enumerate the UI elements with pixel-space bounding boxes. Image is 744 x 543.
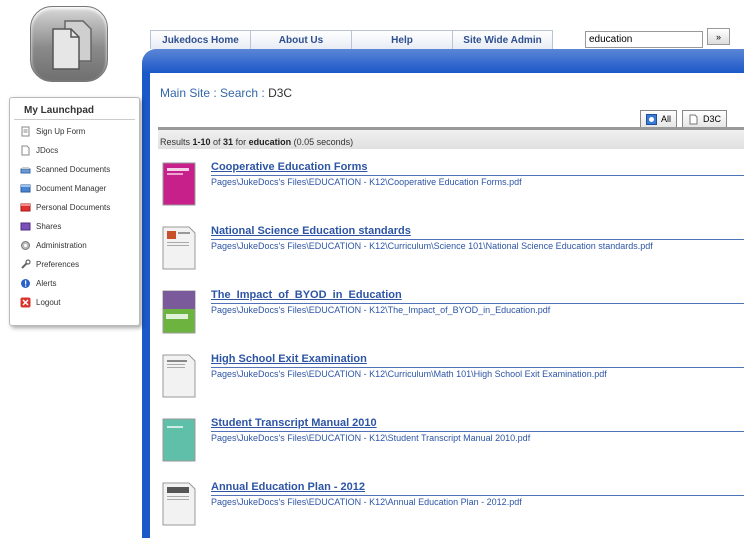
breadcrumb: Main Site : Search : D3C: [160, 86, 292, 100]
result-title-link[interactable]: Student Transcript Manual 2010: [211, 417, 377, 429]
result-item: High School Exit Examination Pages\JukeD…: [162, 351, 744, 415]
pdf-thumbnail-icon[interactable]: [162, 162, 202, 208]
document-manager-icon: [20, 184, 31, 193]
top-nav: Jukedocs Home About Us Help Site Wide Ad…: [150, 30, 553, 49]
result-title-link[interactable]: Annual Education Plan - 2012: [211, 481, 365, 493]
sidebar-title: My Launchpad: [14, 98, 135, 120]
breadcrumb-separator: :: [210, 86, 221, 100]
result-path[interactable]: Pages\JukeDocs's Files\EDUCATION - K12\S…: [211, 431, 744, 443]
result-item: Annual Education Plan - 2012 Pages\JukeD…: [162, 479, 744, 543]
sidebar-item-preferences[interactable]: Preferences: [10, 255, 139, 274]
form-icon: [21, 126, 30, 137]
search-button[interactable]: »: [707, 28, 730, 45]
result-item: The_Impact_of_BYOD_in_Education Pages\Ju…: [162, 287, 744, 351]
breadcrumb-separator: :: [258, 86, 269, 100]
sidebar-item-personal-documents[interactable]: Personal Documents: [10, 198, 139, 217]
breadcrumb-current: D3C: [268, 86, 293, 100]
sidebar-item-label: Alerts: [36, 279, 57, 288]
wrench-icon: [21, 259, 31, 269]
sidebar-item-sign-up-form[interactable]: Sign Up Form: [10, 122, 139, 141]
results-time: (0.05 seconds): [291, 137, 354, 147]
pdf-thumbnail-icon[interactable]: [162, 226, 202, 272]
filter-tabs: All D3C: [640, 110, 728, 127]
scanner-icon: [20, 167, 31, 174]
filter-tab-all[interactable]: All: [640, 110, 678, 127]
tab-about-us[interactable]: About Us: [250, 30, 352, 49]
results-total: 31: [223, 137, 234, 147]
result-title-link[interactable]: High School Exit Examination: [211, 353, 367, 365]
sidebar-item-label: Scanned Documents: [36, 165, 111, 174]
result-title-link[interactable]: The_Impact_of_BYOD_in_Education: [211, 289, 402, 301]
sidebar-item-label: Shares: [36, 222, 62, 231]
sidebar-item-label: Sign Up Form: [36, 127, 86, 136]
result-item: Student Transcript Manual 2010 Pages\Juk…: [162, 415, 744, 479]
results-query: education: [248, 137, 292, 147]
result-title-link[interactable]: National Science Education standards: [211, 225, 411, 237]
filter-tab-label: D3C: [703, 114, 722, 124]
gear-icon: [21, 241, 30, 250]
pdf-thumbnail-icon[interactable]: [162, 354, 202, 400]
all-sites-icon: [646, 113, 657, 125]
alert-icon: [21, 279, 30, 288]
result-title-link[interactable]: Cooperative Education Forms: [211, 161, 367, 173]
header-band: [142, 49, 744, 73]
sidebar-item-alerts[interactable]: Alerts: [10, 274, 139, 293]
personal-documents-icon: [20, 203, 31, 212]
result-path[interactable]: Pages\JukeDocs's Files\EDUCATION - K12\T…: [211, 303, 744, 315]
results-of: of: [210, 137, 224, 147]
close-icon: [20, 297, 31, 308]
result-item: National Science Education standards Pag…: [162, 223, 744, 287]
results-prefix: Results: [160, 137, 193, 147]
breadcrumb-search[interactable]: Search: [220, 86, 258, 100]
sidebar-item-administration[interactable]: Administration: [10, 236, 139, 255]
pdf-thumbnail-icon[interactable]: [162, 418, 202, 464]
result-path[interactable]: Pages\JukeDocs's Files\EDUCATION - K12\C…: [211, 239, 744, 251]
sidebar-item-label: Document Manager: [36, 184, 107, 193]
app-logo: [30, 6, 108, 82]
results-summary: Results 1-10 of 31 for education (0.05 s…: [158, 127, 744, 149]
sidebar-item-label: JDocs: [36, 146, 59, 155]
results-for: for: [233, 137, 249, 147]
launchpad-sidebar: My Launchpad Sign Up Form JDocs Scanned …: [9, 97, 140, 326]
sidebar-item-label: Personal Documents: [36, 203, 111, 212]
pdf-thumbnail-icon[interactable]: [162, 482, 202, 528]
result-path[interactable]: Pages\JukeDocs's Files\EDUCATION - K12\C…: [211, 175, 744, 187]
sidebar-item-jdocs[interactable]: JDocs: [10, 141, 139, 160]
results-range: 1-10: [192, 137, 211, 147]
documents-logo-icon: [52, 20, 92, 70]
tab-site-wide-admin[interactable]: Site Wide Admin: [452, 30, 553, 49]
sidebar-item-logout[interactable]: Logout: [10, 293, 139, 312]
filter-tab-label: All: [661, 114, 672, 124]
sidebar-item-shares[interactable]: Shares: [10, 217, 139, 236]
tab-jukedocs-home[interactable]: Jukedocs Home: [150, 30, 251, 49]
sidebar-item-scanned-documents[interactable]: Scanned Documents: [10, 160, 139, 179]
sidebar-item-label: Logout: [36, 298, 61, 307]
tab-help[interactable]: Help: [351, 30, 453, 49]
result-path[interactable]: Pages\JukeDocs's Files\EDUCATION - K12\C…: [211, 367, 744, 379]
results-list: Cooperative Education Forms Pages\JukeDo…: [162, 159, 744, 543]
result-item: Cooperative Education Forms Pages\JukeDo…: [162, 159, 744, 223]
sidebar-item-label: Administration: [36, 241, 87, 250]
sidebar-item-label: Preferences: [36, 260, 80, 269]
content-left-border: [142, 73, 150, 538]
shares-icon: [20, 222, 31, 231]
document-icon: [21, 145, 30, 156]
filter-tab-d3c[interactable]: D3C: [682, 110, 728, 127]
breadcrumb-main-site[interactable]: Main Site: [160, 86, 210, 100]
document-icon: [689, 114, 698, 124]
result-path[interactable]: Pages\JukeDocs's Files\EDUCATION - K12\A…: [211, 495, 744, 507]
sidebar-item-document-manager[interactable]: Document Manager: [10, 179, 139, 198]
search-input[interactable]: [585, 31, 703, 48]
pdf-thumbnail-icon[interactable]: [162, 290, 202, 336]
